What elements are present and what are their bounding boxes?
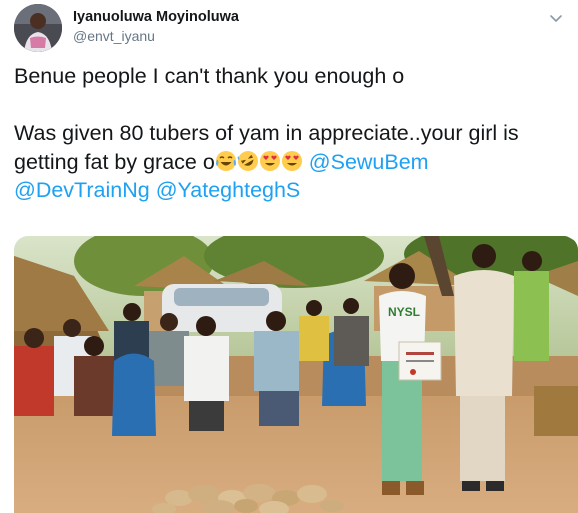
tweet-author: Iyanuoluwa Moyinoluwa @envt_iyanu: [73, 8, 239, 45]
mention-link[interactable]: @YateghteghS: [156, 178, 301, 202]
mention-link[interactable]: @DevTrainNg: [14, 178, 150, 202]
tweet-photo[interactable]: NYSL: [14, 236, 578, 513]
rolling-on-floor-laughing-icon: [237, 150, 259, 174]
tweet-text: Benue people I can't thank you enough o …: [14, 62, 566, 205]
tweet-line-1: Benue people I can't thank you enough o: [14, 64, 405, 88]
face-with-tears-of-joy-icon: [215, 150, 237, 174]
chevron-down-icon[interactable]: [548, 10, 564, 26]
tweet-line-2: Was given 80 tubers of yam in appreciate…: [14, 121, 519, 145]
avatar[interactable]: [14, 4, 62, 52]
display-name[interactable]: Iyanuoluwa Moyinoluwa: [73, 8, 239, 26]
tweet-card: Iyanuoluwa Moyinoluwa @envt_iyanu Benue …: [0, 0, 578, 513]
user-handle[interactable]: @envt_iyanu: [73, 27, 239, 45]
shirt-lettering: NYSL: [388, 305, 420, 319]
mention-link[interactable]: @SewuBem: [309, 150, 429, 174]
heart-eyes-icon: [259, 150, 281, 174]
tweet-line-3: getting fat by grace o: [14, 149, 215, 174]
heart-eyes-icon: [281, 150, 303, 174]
